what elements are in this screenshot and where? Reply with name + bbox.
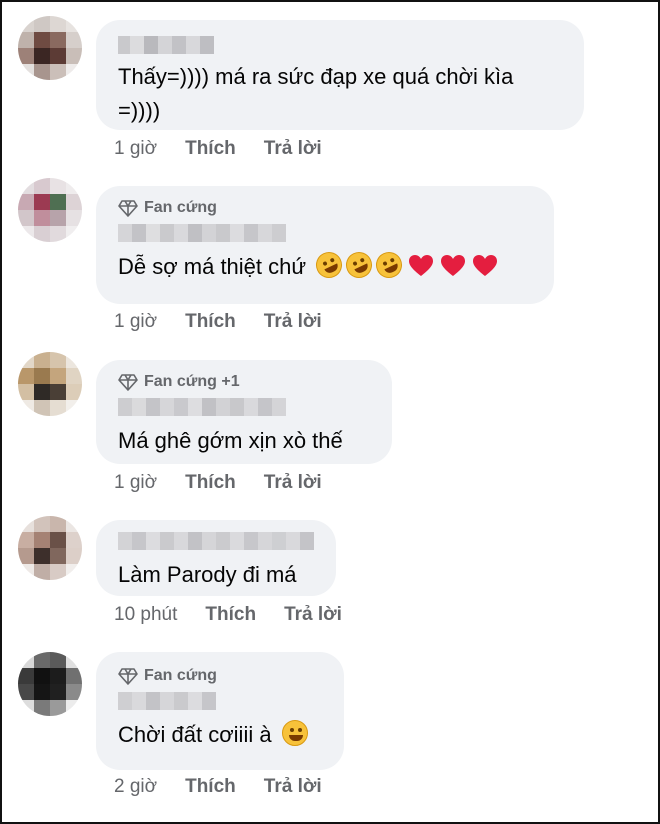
fan-badge: Fan cứng +1 — [118, 370, 370, 394]
comment-time[interactable]: 1 giờ — [114, 138, 157, 160]
blurred-author-name[interactable] — [118, 692, 322, 712]
avatar[interactable] — [18, 352, 82, 416]
blurred-author-name[interactable] — [118, 532, 314, 552]
comment-text: Chời đất cơiiii à — [118, 718, 322, 752]
comment-bubble: Fan cứng Chời đất cơiiii à — [96, 652, 344, 770]
like-button[interactable]: Thích — [185, 138, 236, 160]
avatar[interactable] — [18, 516, 82, 580]
avatar[interactable] — [18, 178, 82, 242]
comment-time[interactable]: 1 giờ — [114, 472, 157, 494]
diamond-icon — [118, 200, 138, 217]
comment-time[interactable]: 1 giờ — [114, 311, 157, 333]
reply-button[interactable]: Trả lời — [264, 472, 322, 494]
diamond-icon — [118, 668, 138, 685]
reply-button[interactable]: Trả lời — [264, 311, 322, 333]
comment-text-content: Chời đất cơiiii à — [118, 722, 272, 747]
fan-badge: Fan cứng — [118, 196, 532, 220]
reply-button[interactable]: Trả lời — [264, 776, 322, 798]
rolling-laughing-emoji-icon — [341, 247, 377, 283]
comment-bubble: Thấy=)))) má ra sức đạp xe quá chời kìa … — [96, 20, 584, 130]
like-button[interactable]: Thích — [185, 472, 236, 494]
comment-text: Dễ sợ má thiệt chứ — [118, 247, 532, 284]
comment-actions: 10 phút Thích Trả lời — [114, 604, 342, 626]
comment-time[interactable]: 2 giờ — [114, 776, 157, 798]
badge-label: Fan cứng — [144, 667, 217, 684]
red-heart-icon — [441, 255, 466, 276]
blurred-author-name[interactable] — [118, 224, 532, 244]
comment-bubble: Fan cứng +1 Má ghê gớm xịn xò thế — [96, 360, 392, 464]
tears-of-joy-emoji-icon — [281, 720, 308, 746]
badge-label: Fan cứng — [144, 199, 217, 216]
blurred-author-name[interactable] — [118, 36, 562, 56]
comment-text-content: Dễ sợ má thiệt chứ — [118, 254, 307, 279]
comment-bubble: Fan cứng Dễ sợ má thiệt chứ — [96, 186, 554, 304]
like-button[interactable]: Thích — [185, 311, 236, 333]
red-heart-icon — [473, 255, 498, 276]
comment-bubble: Làm Parody đi má — [96, 520, 336, 596]
rolling-laughing-emoji-icon — [311, 247, 347, 283]
comment-actions: 1 giờ Thích Trả lời — [114, 472, 322, 494]
comments-frame: Thấy=)))) má ra sức đạp xe quá chời kìa … — [0, 0, 660, 824]
like-button[interactable]: Thích — [185, 776, 236, 798]
fan-badge: Fan cứng — [118, 664, 322, 688]
red-heart-icon — [409, 255, 434, 276]
comment-text: Thấy=)))) má ra sức đạp xe quá chời kìa — [118, 64, 514, 89]
like-button[interactable]: Thích — [205, 604, 256, 626]
diamond-icon — [118, 374, 138, 391]
reply-button[interactable]: Trả lời — [284, 604, 342, 626]
avatar[interactable] — [18, 16, 82, 80]
comment-actions: 1 giờ Thích Trả lời — [114, 138, 322, 160]
reply-button[interactable]: Trả lời — [264, 138, 322, 160]
badge-label: Fan cứng +1 — [144, 373, 240, 390]
comment-text-cont: =)))) — [118, 98, 161, 123]
avatar[interactable] — [18, 652, 82, 716]
comment-text: Làm Parody đi má — [118, 562, 297, 587]
comment-time[interactable]: 10 phút — [114, 604, 177, 626]
rolling-laughing-emoji-icon — [371, 247, 407, 283]
comment-text: Má ghê gớm xịn xò thế — [118, 428, 343, 453]
comment-actions: 2 giờ Thích Trả lời — [114, 776, 322, 798]
comment-actions: 1 giờ Thích Trả lời — [114, 311, 322, 333]
blurred-author-name[interactable] — [118, 398, 370, 418]
